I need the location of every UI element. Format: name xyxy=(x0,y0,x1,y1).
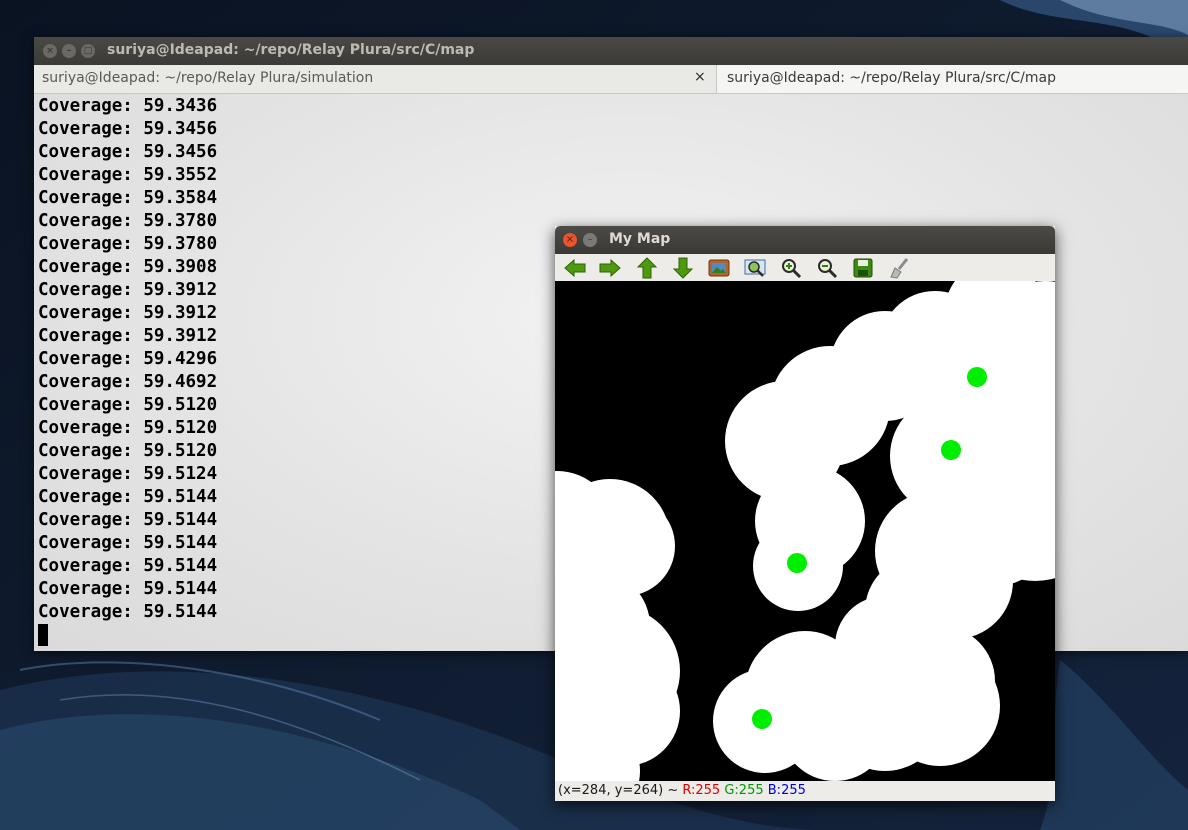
blue-value: B:255 xyxy=(767,783,806,798)
arrow-up-icon[interactable] xyxy=(635,257,659,279)
window-title: suriya@Ideapad: ~/repo/Relay Plura/src/C… xyxy=(107,42,475,58)
arrow-left-icon[interactable] xyxy=(563,257,587,279)
output-line: Coverage: 59.5144 xyxy=(38,533,218,553)
tab-map[interactable]: suriya@Ideapad: ~/repo/Relay Plura/src/C… xyxy=(717,65,1188,93)
output-line: Coverage: 59.4692 xyxy=(38,372,218,392)
sensor-node xyxy=(752,709,772,729)
output-line: Coverage: 59.3456 xyxy=(38,142,218,162)
map-canvas[interactable] xyxy=(555,281,1055,781)
minimize-icon[interactable]: – xyxy=(583,233,597,247)
output-line: Coverage: 59.3552 xyxy=(38,165,218,185)
output-line: Coverage: 59.3780 xyxy=(38,234,218,254)
coverage-map xyxy=(555,281,1055,781)
arrow-down-icon[interactable] xyxy=(671,257,695,279)
output-line: Coverage: 59.3912 xyxy=(38,303,218,323)
sensor-node xyxy=(967,367,987,387)
sensor-node xyxy=(787,553,807,573)
output-line: Coverage: 59.5144 xyxy=(38,579,218,599)
terminal-cursor xyxy=(38,624,48,646)
red-value: R:255 xyxy=(682,783,721,798)
map-toolbar xyxy=(555,254,1055,281)
brush-icon[interactable] xyxy=(887,257,911,279)
maximize-icon[interactable]: □ xyxy=(81,44,95,58)
window-title: My Map xyxy=(609,231,671,247)
output-line: Coverage: 59.5124 xyxy=(38,464,218,484)
status-text: (x=284, y=264) ~ R:255 G:255 B:255 xyxy=(558,781,806,801)
output-line: Coverage: 59.5144 xyxy=(38,602,218,622)
output-line: Coverage: 59.5144 xyxy=(38,510,218,530)
cursor-coords: (x=284, y=264) ~ xyxy=(558,783,683,798)
tab-label: suriya@Ideapad: ~/repo/Relay Plura/src/C… xyxy=(727,70,1057,86)
output-line: Coverage: 59.3908 xyxy=(38,257,218,277)
save-icon[interactable] xyxy=(851,257,875,279)
output-lines: Coverage: 59.3436 Coverage: 59.3456 Cove… xyxy=(38,95,217,646)
output-line: Coverage: 59.5120 xyxy=(38,441,218,461)
green-value: G:255 xyxy=(724,783,764,798)
close-icon[interactable]: × xyxy=(563,233,577,247)
map-titlebar: × – My Map xyxy=(555,226,1055,254)
zoom-in-icon[interactable] xyxy=(779,257,803,279)
minimize-icon[interactable]: – xyxy=(62,44,76,58)
terminal-titlebar: × – □ suriya@Ideapad: ~/repo/Relay Plura… xyxy=(34,37,1188,65)
output-line: Coverage: 59.5120 xyxy=(38,418,218,438)
output-line: Coverage: 59.3912 xyxy=(38,280,218,300)
output-line: Coverage: 59.4296 xyxy=(38,349,218,369)
tab-simulation[interactable]: suriya@Ideapad: ~/repo/Relay Plura/simul… xyxy=(34,65,717,93)
output-line: Coverage: 59.3456 xyxy=(38,119,218,139)
output-line: Coverage: 59.3780 xyxy=(38,211,218,231)
output-line: Coverage: 59.3912 xyxy=(38,326,218,346)
map-window: × – My Map (x=284, y=264) ~ R:255 G:255 … xyxy=(555,226,1055,801)
tab-bar: suriya@Ideapad: ~/repo/Relay Plura/simul… xyxy=(34,65,1188,94)
close-tab-icon[interactable]: × xyxy=(694,69,706,85)
zoom-fit-icon[interactable] xyxy=(743,257,767,279)
status-bar: (x=284, y=264) ~ R:255 G:255 B:255 xyxy=(555,781,1055,801)
sensor-node xyxy=(941,440,961,460)
output-line: Coverage: 59.5120 xyxy=(38,395,218,415)
output-line: Coverage: 59.5144 xyxy=(38,487,218,507)
image-icon[interactable] xyxy=(707,257,731,279)
tab-label: suriya@Ideapad: ~/repo/Relay Plura/simul… xyxy=(42,70,374,86)
output-line: Coverage: 59.3584 xyxy=(38,188,218,208)
close-icon[interactable]: × xyxy=(43,44,57,58)
output-line: Coverage: 59.5144 xyxy=(38,556,218,576)
arrow-right-icon[interactable] xyxy=(598,257,622,279)
zoom-out-icon[interactable] xyxy=(815,257,839,279)
output-line: Coverage: 59.3436 xyxy=(38,96,218,116)
